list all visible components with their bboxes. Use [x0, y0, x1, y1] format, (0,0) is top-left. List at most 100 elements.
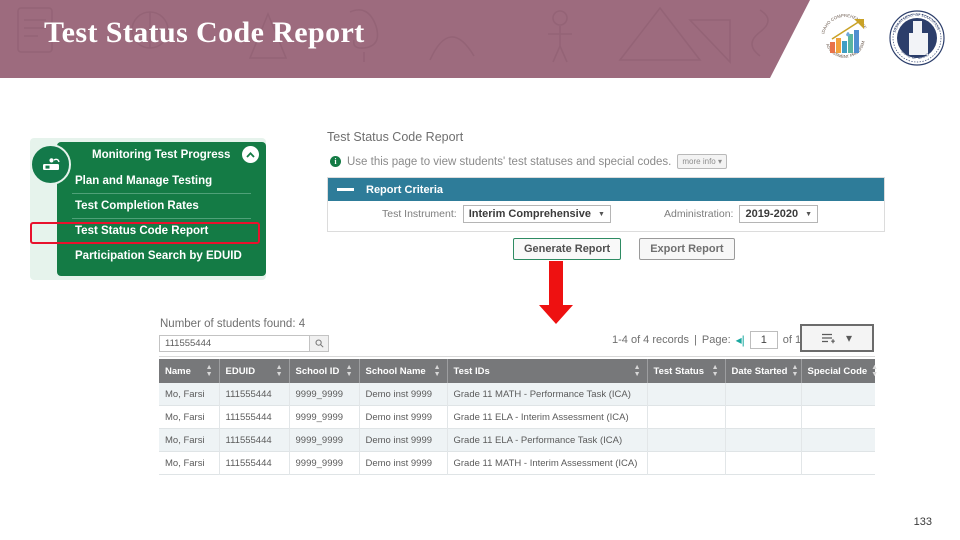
menu-panel: Monitoring Test Progress Plan and Manage… [30, 142, 266, 276]
search-input[interactable]: 111555444 [160, 338, 211, 349]
cell-date-started [724, 405, 801, 429]
column-label: Name [165, 365, 191, 377]
column-label: Special Code [807, 365, 868, 377]
table-header-row: Name ▲ ▼ EDUID ▲ ▼ School ID ▲ ▼ School Name ▲ ▼… [159, 359, 878, 383]
generate-report-button[interactable]: Generate Report [513, 238, 622, 260]
cell-name: Mo, Farsi [165, 457, 205, 469]
info-text: Use this page to view students' test sta… [347, 155, 672, 168]
column-header-test-status[interactable]: Test Status ▲ ▼ [646, 359, 725, 383]
cell-name: Mo, Farsi [165, 388, 205, 400]
table-row[interactable]: Mo, Farsi 111555444 9999_9999 Demo inst … [159, 451, 875, 475]
chevron-down-icon: ▾ [845, 331, 853, 345]
column-header-school-id[interactable]: School ID ▲ ▼ [288, 359, 359, 383]
pager: 1-4 of 4 records | Page: ◂| 1 of 1 |▸ [612, 331, 815, 349]
report-action-buttons: Generate Report Export Report [513, 238, 735, 260]
logo-group: IDAHO COMPREHENSIVE ASSESSMENT PROGRAM [816, 9, 946, 67]
cell-school-id: 9999_9999 [288, 451, 359, 475]
cell-name: Mo, Farsi [165, 411, 205, 423]
divider [159, 356, 875, 357]
table-row[interactable]: Mo, Farsi 111555444 9999_9999 Demo inst … [159, 383, 875, 406]
cell-eduid: 111555444 [218, 428, 289, 452]
cell-date-started [724, 428, 801, 452]
sort-icon[interactable]: ▲ ▼ [434, 364, 441, 378]
column-label: Date Started [731, 365, 788, 377]
cell-eduid: 111555444 [218, 451, 289, 475]
more-info-button[interactable]: more info ▾ [677, 154, 727, 169]
info-banner: i Use this page to view students' test s… [330, 154, 727, 169]
column-header-eduid[interactable]: EDUID ▲ ▼ [218, 359, 289, 383]
column-header-test-ids[interactable]: Test IDs ▲ ▼ [446, 359, 647, 383]
cell-school-name: Demo inst 9999 [358, 383, 447, 406]
administration-select[interactable]: 2019-2020 ▼ [739, 205, 818, 223]
highlight-box-test-status-code-report [30, 222, 260, 244]
cell-date-started [724, 451, 801, 475]
sort-icon[interactable]: ▲ ▼ [206, 364, 213, 378]
records-count: 1-4 of 4 records [612, 334, 690, 346]
sort-icon[interactable]: ▲ ▼ [346, 364, 353, 378]
cell-test-ids: Grade 11 ELA - Performance Task (ICA) [446, 428, 647, 452]
pager-separator: | [694, 334, 697, 346]
collapse-minus-icon[interactable] [337, 188, 354, 191]
page-number-input[interactable]: 1 [749, 331, 778, 349]
test-status-table: Name ▲ ▼ EDUID ▲ ▼ School ID ▲ ▼ School Name ▲ ▼… [159, 359, 878, 475]
cell-special-code [800, 383, 875, 406]
sidebar-item-label: Test Completion Rates [75, 200, 199, 212]
report-criteria-title: Report Criteria [366, 183, 444, 196]
cell-date-started [724, 383, 801, 406]
cell-special-code [800, 405, 875, 429]
more-info-label: more info [682, 157, 716, 166]
cell-school-id: 9999_9999 [288, 383, 359, 406]
sort-icon[interactable]: ▲ ▼ [712, 364, 719, 378]
list-options-icon[interactable]: ▾ [800, 324, 874, 352]
red-down-arrow [539, 261, 573, 324]
cell-special-code [800, 428, 875, 452]
sidebar-item-test-completion-rates[interactable]: Test Completion Rates [65, 194, 258, 218]
report-heading: Test Status Code Report [327, 130, 464, 144]
report-criteria-panel: Report Criteria Test Instrument: Interim… [327, 177, 885, 232]
sidebar-item-participation-search-by-eduid[interactable]: Participation Search by EDUID [65, 244, 258, 268]
cell-special-code [800, 451, 875, 475]
slide-page-number: 133 [913, 516, 932, 528]
sidebar-item-plan-and-manage-testing[interactable]: Plan and Manage Testing [65, 169, 258, 193]
cell-eduid: 111555444 [218, 383, 289, 406]
cell-name: Mo, Farsi [165, 434, 205, 446]
search-input-wrapper[interactable]: 111555444 [159, 335, 329, 352]
column-header-special-code[interactable]: Special Code ▲ ▼ [800, 359, 878, 383]
report-criteria-body: Test Instrument: Interim Comprehensive ▼… [328, 201, 884, 231]
column-label: School Name [365, 365, 426, 377]
administration-field: Administration: 2019-2020 ▼ [664, 205, 818, 223]
cell-test-status [646, 428, 725, 452]
cell-school-name: Demo inst 9999 [358, 428, 447, 452]
column-label: Test Status [653, 365, 705, 377]
export-report-button[interactable]: Export Report [639, 238, 735, 260]
cell-test-status [646, 405, 725, 429]
page-label: Page: [701, 334, 731, 346]
cell-test-ids: Grade 11 ELA - Interim Assessment (ICA) [446, 405, 647, 429]
cell-test-status [646, 383, 725, 406]
chevron-up-icon[interactable] [242, 146, 259, 163]
test-instrument-select[interactable]: Interim Comprehensive ▼ [462, 205, 611, 223]
cell-test-status [646, 451, 725, 475]
column-header-date-started[interactable]: Date Started ▲ ▼ [724, 359, 801, 383]
monitoring-test-progress-menu: Monitoring Test Progress Plan and Manage… [30, 138, 266, 280]
menu-header[interactable]: Monitoring Test Progress [30, 142, 266, 185]
table-row[interactable]: Mo, Farsi 111555444 9999_9999 Demo inst … [159, 405, 875, 429]
report-criteria-header[interactable]: Report Criteria [328, 178, 884, 201]
idaho-department-of-education-seal: DEPARTMENT OF EDUCATION STATE OF IDAHO [888, 9, 946, 67]
sort-icon[interactable]: ▲ ▼ [634, 364, 641, 378]
cell-test-ids: Grade 11 MATH - Interim Assessment (ICA) [446, 451, 647, 475]
column-header-name[interactable]: Name ▲ ▼ [159, 359, 219, 383]
first-page-icon[interactable]: ◂| [736, 333, 745, 347]
cell-school-id: 9999_9999 [288, 405, 359, 429]
column-label: EDUID [225, 365, 256, 377]
sort-icon[interactable]: ▲ ▼ [871, 364, 878, 378]
sort-icon[interactable]: ▲ ▼ [791, 364, 798, 378]
cell-school-id: 9999_9999 [288, 428, 359, 452]
chevron-down-icon: ▼ [805, 210, 812, 218]
test-instrument-field: Test Instrument: Interim Comprehensive ▼ [382, 205, 611, 223]
sort-icon[interactable]: ▲ ▼ [276, 364, 283, 378]
column-header-school-name[interactable]: School Name ▲ ▼ [358, 359, 447, 383]
table-row[interactable]: Mo, Farsi 111555444 9999_9999 Demo inst … [159, 428, 875, 452]
magnifier-icon[interactable] [309, 336, 328, 351]
cell-school-name: Demo inst 9999 [358, 451, 447, 475]
